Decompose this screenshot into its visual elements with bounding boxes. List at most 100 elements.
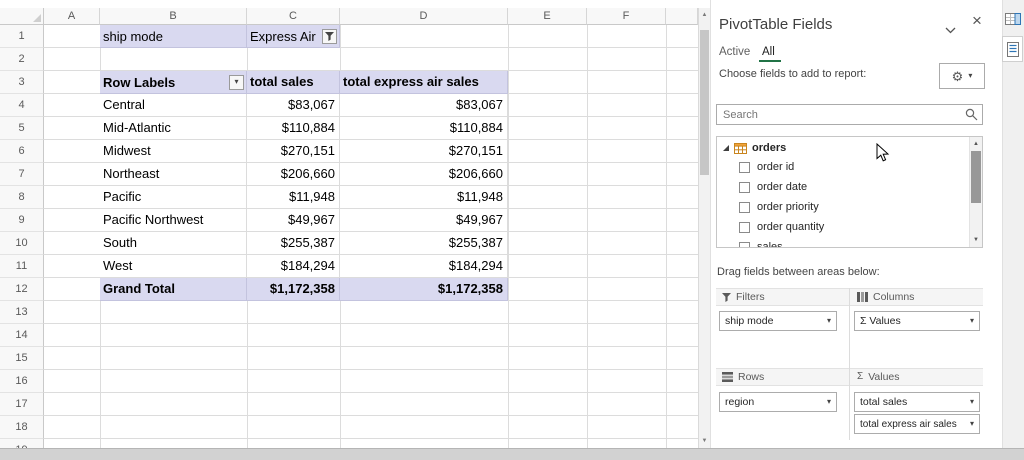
funnel-icon — [325, 32, 334, 41]
pivot-value-cell[interactable]: $11,948 — [247, 186, 340, 209]
row-header[interactable]: 3 — [0, 71, 44, 94]
sheet-vertical-scrollbar[interactable]: ▲ ▼ — [698, 8, 710, 448]
column-header-a[interactable]: A — [44, 8, 100, 25]
pane-close-button[interactable]: × — [972, 12, 982, 29]
row-header[interactable]: 7 — [0, 163, 44, 186]
row-header[interactable]: 17 — [0, 393, 44, 416]
columns-label: Columns — [873, 291, 914, 303]
row-header[interactable]: 2 — [0, 48, 44, 71]
pivot-value-cell[interactable]: $110,884 — [340, 117, 508, 140]
pane-collapse-button[interactable] — [945, 21, 959, 33]
scrollbar-thumb[interactable] — [971, 151, 981, 203]
scrollbar-thumb[interactable] — [700, 30, 709, 175]
empty-row — [100, 48, 508, 71]
column-header-e[interactable]: E — [508, 8, 587, 25]
scroll-up-button[interactable]: ▲ — [970, 138, 982, 150]
columns-chip-values[interactable]: Σ Values ▾ — [854, 311, 980, 331]
field-item[interactable]: sales — [739, 239, 783, 248]
row-header[interactable]: 8 — [0, 186, 44, 209]
pivot-filter-label-cell[interactable]: ship mode — [100, 25, 247, 48]
column-header-c[interactable]: C — [247, 8, 340, 25]
collapse-triangle-icon[interactable] — [723, 145, 729, 151]
pivot-row-label[interactable]: South — [100, 232, 247, 255]
field-checkbox[interactable] — [739, 222, 750, 233]
side-tab-strip — [1002, 0, 1024, 448]
pivot-value-cell[interactable]: $206,660 — [247, 163, 340, 186]
grand-total-value[interactable]: $1,172,358 — [340, 278, 508, 301]
row-header[interactable]: 5 — [0, 117, 44, 140]
tools-button[interactable]: ⚙ ▾ — [939, 63, 985, 89]
row-header[interactable]: 15 — [0, 347, 44, 370]
column-header-d[interactable]: D — [340, 8, 508, 25]
grand-total-value[interactable]: $1,172,358 — [247, 278, 340, 301]
tab-active[interactable]: Active — [719, 46, 750, 58]
fields-pane-toggle-icon[interactable] — [1004, 9, 1022, 29]
pivot-row-label[interactable]: Central — [100, 94, 247, 117]
filters-chip-ship-mode[interactable]: ship mode ▾ — [719, 311, 837, 331]
pivot-value-cell[interactable]: $255,387 — [340, 232, 508, 255]
pivot-value-cell[interactable]: $83,067 — [340, 94, 508, 117]
field-group-orders[interactable]: orders — [723, 142, 786, 154]
field-item[interactable]: order date — [739, 179, 807, 195]
row-labels-dropdown-button[interactable]: ▾ — [229, 75, 244, 90]
row-header[interactable]: 6 — [0, 140, 44, 163]
scroll-down-button[interactable]: ▼ — [699, 434, 710, 448]
field-item[interactable]: order quantity — [739, 219, 824, 235]
pivot-value-cell[interactable]: $270,151 — [247, 140, 340, 163]
pivot-value-cell[interactable]: $184,294 — [340, 255, 508, 278]
field-checkbox[interactable] — [739, 182, 750, 193]
row-header[interactable]: 11 — [0, 255, 44, 278]
row-header[interactable]: 4 — [0, 94, 44, 117]
values-chip-total-sales[interactable]: total sales ▾ — [854, 392, 980, 412]
row-header[interactable]: 9 — [0, 209, 44, 232]
chip-label: ship mode — [725, 315, 773, 327]
document-pane-icon[interactable] — [1002, 36, 1023, 62]
rows-chip-region[interactable]: region ▾ — [719, 392, 837, 412]
pivot-row-label[interactable]: Pacific Northwest — [100, 209, 247, 232]
field-list[interactable]: orders order id order date order priorit… — [716, 136, 983, 248]
field-list-scrollbar[interactable]: ▲ ▼ — [969, 137, 982, 247]
pivot-value-cell[interactable]: $255,387 — [247, 232, 340, 255]
row-header[interactable]: 18 — [0, 416, 44, 439]
filter-applied-button[interactable] — [322, 29, 337, 44]
tab-all[interactable]: All — [762, 46, 775, 58]
row-header[interactable]: 16 — [0, 370, 44, 393]
row-header[interactable]: 1 — [0, 25, 44, 48]
pivot-value-cell[interactable]: $270,151 — [340, 140, 508, 163]
field-checkbox[interactable] — [739, 242, 750, 249]
pivot-row-label[interactable]: Mid-Atlantic — [100, 117, 247, 140]
pivot-row-label[interactable]: Midwest — [100, 140, 247, 163]
pivot-filter-value-cell[interactable]: Express Air — [247, 25, 340, 48]
pivot-value-cell[interactable]: $49,967 — [340, 209, 508, 232]
column-header-f[interactable]: F — [587, 8, 666, 25]
column-header-partial[interactable] — [666, 8, 698, 25]
row-header[interactable]: 13 — [0, 301, 44, 324]
row-header[interactable]: 10 — [0, 232, 44, 255]
pivot-value-cell[interactable]: $110,884 — [247, 117, 340, 140]
field-item[interactable]: order id — [739, 159, 794, 175]
col-header-total-sales[interactable]: total sales — [247, 71, 340, 94]
pivot-value-cell[interactable]: $184,294 — [247, 255, 340, 278]
column-header-b[interactable]: B — [100, 8, 247, 25]
pivot-row-label[interactable]: Northeast — [100, 163, 247, 186]
row-header[interactable]: 12 — [0, 278, 44, 301]
pivot-value-cell[interactable]: $49,967 — [247, 209, 340, 232]
scroll-up-button[interactable]: ▲ — [699, 8, 710, 22]
select-all-corner[interactable] — [0, 8, 44, 25]
pivot-value-cell[interactable]: $11,948 — [340, 186, 508, 209]
row-labels-header-cell[interactable]: Row Labels ▾ — [100, 71, 247, 94]
values-chip-total-express-air-sales[interactable]: total express air sales ▾ — [854, 414, 980, 434]
pivot-value-cell[interactable]: $206,660 — [340, 163, 508, 186]
field-checkbox[interactable] — [739, 162, 750, 173]
pivot-value-cell[interactable]: $83,067 — [247, 94, 340, 117]
row-header[interactable]: 14 — [0, 324, 44, 347]
scroll-down-button[interactable]: ▼ — [970, 234, 982, 246]
field-checkbox[interactable] — [739, 202, 750, 213]
grand-total-label[interactable]: Grand Total — [100, 278, 247, 301]
field-item[interactable]: order priority — [739, 199, 819, 215]
pivot-row-label[interactable]: West — [100, 255, 247, 278]
search-icon[interactable] — [965, 108, 982, 121]
search-input[interactable] — [717, 109, 965, 121]
col-header-total-express-air-sales[interactable]: total express air sales — [340, 71, 508, 94]
pivot-row-label[interactable]: Pacific — [100, 186, 247, 209]
